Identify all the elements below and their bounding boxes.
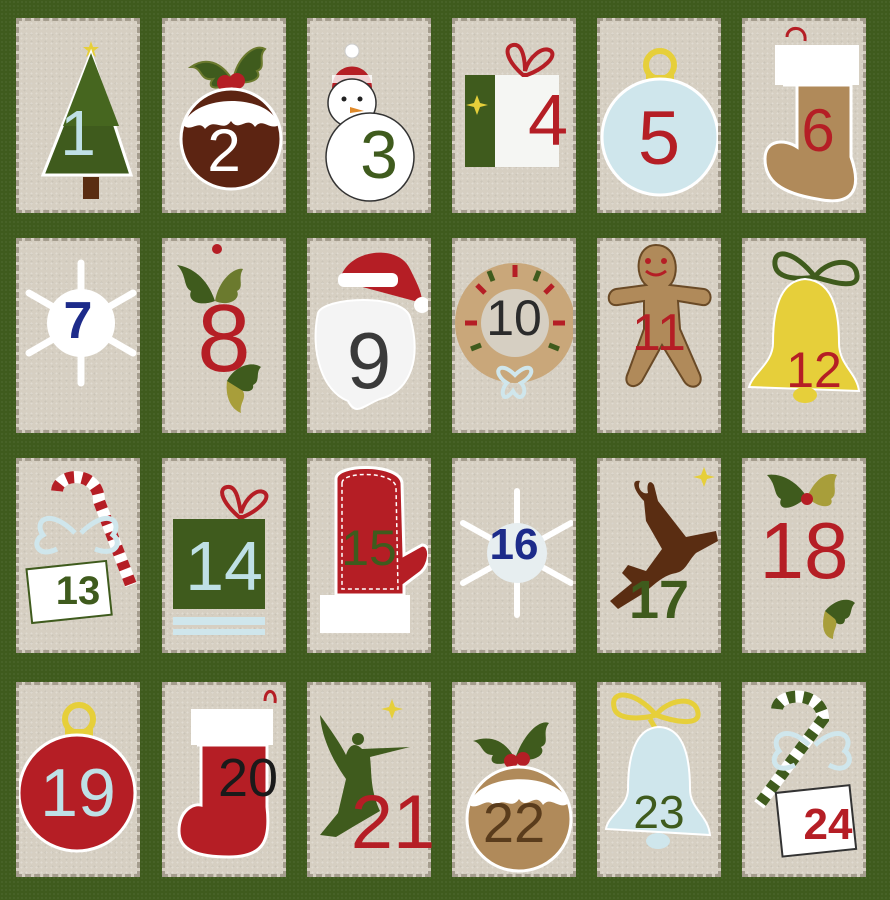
door-day-13[interactable]: 13 bbox=[16, 458, 140, 653]
door-day-21[interactable]: 21 bbox=[307, 682, 435, 877]
day-number: 8 bbox=[197, 285, 251, 392]
door-day-7[interactable]: 7 bbox=[16, 238, 140, 433]
bell-icon bbox=[747, 251, 861, 403]
day-number: 20 bbox=[217, 748, 279, 808]
day-number: 9 bbox=[346, 316, 392, 405]
day-number: 17 bbox=[628, 570, 690, 630]
door-day-15[interactable]: 15 bbox=[307, 458, 431, 653]
day-number: 22 bbox=[482, 791, 546, 854]
day-number: 23 bbox=[633, 786, 685, 838]
door-day-3[interactable]: 3 bbox=[307, 18, 431, 213]
day-number: 14 bbox=[185, 527, 263, 605]
day-number: 24 bbox=[803, 800, 853, 849]
day-number: 15 bbox=[341, 520, 397, 576]
door-day-12[interactable]: 12 bbox=[742, 238, 866, 433]
door-day-22[interactable]: 22 bbox=[452, 682, 576, 877]
day-number: 1 bbox=[60, 97, 96, 169]
door-day-4[interactable]: 4 bbox=[452, 18, 576, 213]
door-day-6[interactable]: 6 bbox=[742, 18, 866, 213]
bell-icon bbox=[604, 692, 712, 849]
day-number: 2 bbox=[207, 117, 241, 184]
day-number: 11 bbox=[632, 304, 686, 362]
day-number: 19 bbox=[40, 755, 116, 831]
door-day-24[interactable]: 24 bbox=[742, 682, 866, 877]
door-day-17[interactable]: 17 bbox=[597, 458, 721, 653]
door-day-9[interactable]: 9 bbox=[307, 238, 431, 433]
day-number: 21 bbox=[350, 780, 436, 865]
day-number: 3 bbox=[360, 117, 398, 193]
door-day-23[interactable]: 23 bbox=[597, 682, 721, 877]
door-day-18[interactable]: 18 bbox=[742, 458, 866, 653]
day-number: 6 bbox=[801, 97, 835, 164]
door-day-8[interactable]: 8 bbox=[162, 238, 286, 433]
day-number: 16 bbox=[489, 520, 539, 569]
door-day-2[interactable]: 2 bbox=[162, 18, 286, 213]
candy-cane-icon bbox=[25, 471, 137, 625]
advent-calendar-board: 1 2 3 4 5 6 7 8 9 10 11 12 13 14 15 16 1… bbox=[0, 0, 890, 900]
day-number: 12 bbox=[786, 342, 842, 398]
day-number: 4 bbox=[527, 81, 569, 161]
day-number: 18 bbox=[759, 506, 849, 595]
door-day-5[interactable]: 5 bbox=[597, 18, 721, 213]
door-day-11[interactable]: 11 bbox=[597, 238, 721, 433]
door-day-16[interactable]: 16 bbox=[452, 458, 576, 653]
day-number: 7 bbox=[63, 292, 93, 350]
day-number: 10 bbox=[486, 290, 542, 346]
door-day-20[interactable]: 20 bbox=[162, 682, 286, 877]
day-number: 5 bbox=[637, 96, 681, 181]
door-day-10[interactable]: 10 bbox=[452, 238, 576, 433]
door-day-1[interactable]: 1 bbox=[16, 18, 140, 213]
door-day-19[interactable]: 19 bbox=[16, 682, 140, 877]
day-number: 13 bbox=[55, 569, 101, 613]
door-day-14[interactable]: 14 bbox=[162, 458, 286, 653]
